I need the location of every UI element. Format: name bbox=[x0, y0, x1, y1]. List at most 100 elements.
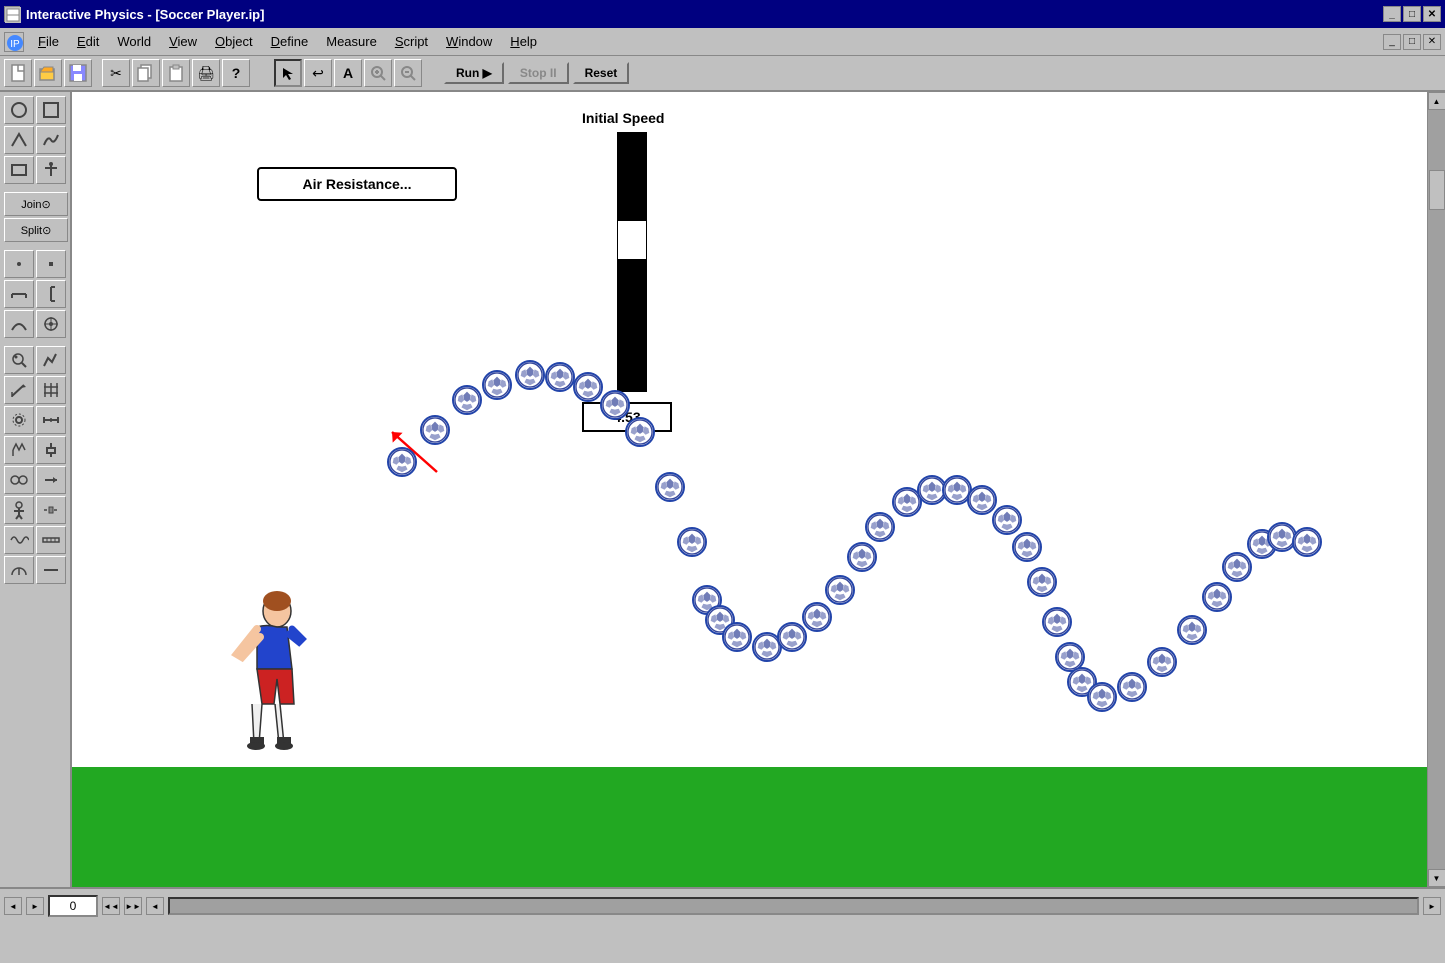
help-button[interactable]: ? bbox=[222, 59, 250, 87]
menu-help[interactable]: Help bbox=[502, 32, 545, 51]
vector-tool[interactable] bbox=[4, 376, 34, 404]
scroll-thumb[interactable] bbox=[1429, 170, 1445, 210]
point-tool[interactable] bbox=[4, 250, 34, 278]
damper-tool[interactable] bbox=[36, 436, 66, 464]
text-tool[interactable]: A bbox=[334, 59, 362, 87]
soccer-ball bbox=[777, 622, 807, 652]
run-button[interactable]: Run ▶ bbox=[444, 62, 504, 84]
menu-app-icon: IP bbox=[4, 32, 24, 52]
step-forward-button[interactable]: ►► bbox=[124, 897, 142, 915]
ruler-tool[interactable] bbox=[36, 526, 66, 554]
play-button[interactable]: ► bbox=[26, 897, 44, 915]
measure-tool[interactable] bbox=[36, 406, 66, 434]
join-button[interactable]: Join⊙ bbox=[4, 192, 68, 216]
soccer-ball bbox=[1292, 527, 1322, 557]
cursor-tool[interactable] bbox=[274, 59, 302, 87]
square-point-tool[interactable] bbox=[36, 250, 66, 278]
speed-gauge-top bbox=[617, 132, 647, 220]
main-toolbar: ✂ 🖨 ? ↩ A Run ▶ Stop II Reset bbox=[0, 56, 1445, 92]
scroll-right-button[interactable]: ► bbox=[1423, 897, 1441, 915]
soccer-player bbox=[202, 589, 332, 792]
soccer-ball bbox=[452, 385, 482, 415]
curve-tool[interactable] bbox=[4, 310, 34, 338]
menu-edit[interactable]: Edit bbox=[69, 32, 107, 51]
save-button[interactable] bbox=[64, 59, 92, 87]
left-toolbar: Join⊙ Split⊙ bbox=[0, 92, 72, 887]
print-button[interactable]: 🖨 bbox=[192, 59, 220, 87]
graph-tool[interactable] bbox=[36, 346, 66, 374]
maximize-button[interactable]: □ bbox=[1403, 6, 1421, 22]
split-button[interactable]: Split⊙ bbox=[4, 218, 68, 242]
scroll-track[interactable] bbox=[1428, 110, 1445, 869]
hline2-tool[interactable] bbox=[36, 556, 66, 584]
protractor-tool[interactable] bbox=[4, 556, 34, 584]
soccer-ball bbox=[1042, 607, 1072, 637]
paste-button[interactable] bbox=[162, 59, 190, 87]
menu-window[interactable]: Window bbox=[438, 32, 500, 51]
initial-speed-label: Initial Speed bbox=[582, 110, 664, 126]
cut-button[interactable]: ✂ bbox=[102, 59, 130, 87]
window-title: Interactive Physics - [Soccer Player.ip] bbox=[26, 7, 264, 22]
frame-input[interactable] bbox=[48, 895, 98, 917]
soccer-ball bbox=[545, 362, 575, 392]
soccer-ball bbox=[1177, 615, 1207, 645]
menu-script[interactable]: Script bbox=[387, 32, 436, 51]
reset-button[interactable]: Reset bbox=[573, 62, 630, 84]
hline-tool[interactable] bbox=[4, 280, 34, 308]
body-tool[interactable] bbox=[4, 496, 34, 524]
menu-measure[interactable]: Measure bbox=[318, 32, 385, 51]
menu-object[interactable]: Object bbox=[207, 32, 261, 51]
open-button[interactable] bbox=[34, 59, 62, 87]
target-tool[interactable] bbox=[36, 310, 66, 338]
minimize-button[interactable]: _ bbox=[1383, 6, 1401, 22]
scroll-left-button[interactable]: ◄ bbox=[4, 897, 22, 915]
air-resistance-button[interactable]: Air Resistance... bbox=[257, 167, 457, 201]
soccer-ball bbox=[515, 360, 545, 390]
rotate-tool[interactable]: ↩ bbox=[304, 59, 332, 87]
bottom-scroll-track[interactable] bbox=[168, 897, 1419, 915]
menu-file[interactable]: File bbox=[30, 32, 67, 51]
circle-tool[interactable] bbox=[4, 96, 34, 124]
constraint-tool[interactable] bbox=[4, 466, 34, 494]
soccer-ball bbox=[967, 485, 997, 515]
scroll-right-small[interactable]: ◄ bbox=[146, 897, 164, 915]
scroll-up-button[interactable]: ▲ bbox=[1428, 92, 1445, 110]
copy-button[interactable] bbox=[132, 59, 160, 87]
close-button[interactable]: ✕ bbox=[1423, 6, 1441, 22]
menu-restore-button[interactable]: □ bbox=[1403, 34, 1421, 50]
soccer-ball bbox=[625, 417, 655, 447]
grid-tool[interactable] bbox=[36, 376, 66, 404]
soccer-ball bbox=[420, 415, 450, 445]
scroll-down-button[interactable]: ▼ bbox=[1428, 869, 1445, 887]
rectangle2-tool[interactable] bbox=[4, 156, 34, 184]
green-ground bbox=[72, 767, 1427, 887]
arrow-tool[interactable] bbox=[36, 466, 66, 494]
zoom-out-tool[interactable] bbox=[394, 59, 422, 87]
soccer-ball bbox=[1202, 582, 1232, 612]
bottom-bar: ◄ ► ◄◄ ►► ◄ ► bbox=[0, 887, 1445, 923]
menu-world[interactable]: World bbox=[109, 32, 159, 51]
rect-tool[interactable] bbox=[36, 96, 66, 124]
vline-tool[interactable] bbox=[36, 280, 66, 308]
speed-gauge-bot bbox=[617, 260, 647, 392]
menu-view[interactable]: View bbox=[161, 32, 205, 51]
menu-minimize-button[interactable]: _ bbox=[1383, 34, 1401, 50]
gear-tool[interactable] bbox=[4, 406, 34, 434]
menu-define[interactable]: Define bbox=[263, 32, 317, 51]
anchor-tool[interactable] bbox=[36, 156, 66, 184]
stop-button[interactable]: Stop II bbox=[508, 62, 569, 84]
connect-tool[interactable] bbox=[36, 496, 66, 524]
new-button[interactable] bbox=[4, 59, 32, 87]
magnify-tool[interactable] bbox=[4, 346, 34, 374]
step-back-button[interactable]: ◄◄ bbox=[102, 897, 120, 915]
polygon-tool[interactable] bbox=[4, 126, 34, 154]
zoom-in-tool[interactable] bbox=[364, 59, 392, 87]
spring-tool[interactable] bbox=[4, 436, 34, 464]
soccer-ball bbox=[677, 527, 707, 557]
soccer-ball bbox=[825, 575, 855, 605]
speed-gauge bbox=[617, 132, 647, 392]
freehand-tool[interactable] bbox=[36, 126, 66, 154]
menu-close-button[interactable]: ✕ bbox=[1423, 34, 1441, 50]
wave-tool[interactable] bbox=[4, 526, 34, 554]
main-layout: Join⊙ Split⊙ bbox=[0, 92, 1445, 887]
